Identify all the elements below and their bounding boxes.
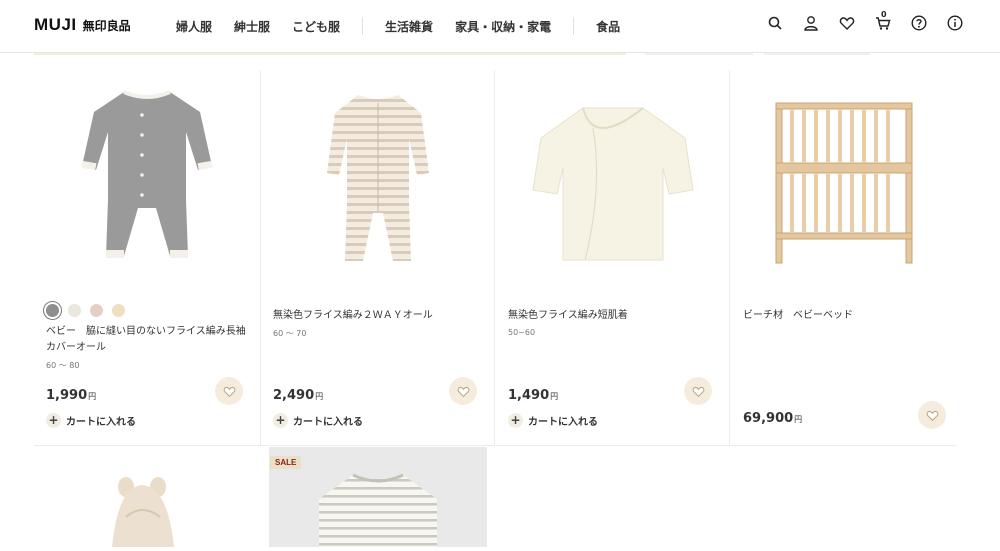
nav-kids[interactable]: こども服 bbox=[281, 18, 351, 35]
add-to-cart-button[interactable]: + カートに入れる bbox=[273, 413, 363, 428]
product-image-baby-bed[interactable] bbox=[731, 70, 956, 285]
favorite-icon[interactable] bbox=[838, 14, 856, 32]
heart-icon bbox=[223, 386, 235, 397]
product-price: 1,490円 bbox=[508, 388, 558, 403]
product-size: 60 〜 80 bbox=[46, 361, 80, 370]
price-yen: 円 bbox=[315, 392, 324, 401]
product-name[interactable]: ベビー 脇に縫い目のないフライス編み長袖カバーオール bbox=[46, 324, 246, 356]
filter-strip bbox=[34, 53, 626, 55]
cart-icon[interactable]: 0 bbox=[874, 10, 892, 32]
filter-strip bbox=[645, 53, 753, 55]
heart-icon bbox=[926, 410, 938, 421]
plus-icon: + bbox=[46, 413, 61, 428]
plus-icon: + bbox=[273, 413, 288, 428]
price-value: 69,900 bbox=[743, 411, 794, 426]
nav-divider bbox=[362, 17, 364, 35]
plus-icon: + bbox=[508, 413, 523, 428]
product-image-striped-baby-wear[interactable] bbox=[269, 447, 487, 547]
product-card[interactable] bbox=[269, 447, 487, 547]
price-value: 1,990 bbox=[46, 388, 88, 403]
favorite-button[interactable] bbox=[449, 377, 477, 405]
price-value: 1,490 bbox=[508, 388, 550, 403]
add-to-cart-button[interactable]: + カートに入れる bbox=[46, 413, 136, 428]
muji-logo[interactable]: MUJI 無印良品 bbox=[34, 15, 131, 35]
add-to-cart-label: カートに入れる bbox=[293, 417, 363, 428]
nav-men[interactable]: 紳士服 bbox=[223, 18, 281, 35]
product-size: 60 〜 70 bbox=[273, 329, 307, 338]
logo-brand: MUJI bbox=[34, 15, 77, 34]
nav-household[interactable]: 生活雑貨 bbox=[374, 18, 444, 35]
filter-strip bbox=[764, 53, 870, 55]
color-swatch[interactable] bbox=[46, 304, 59, 317]
add-to-cart-label: カートに入れる bbox=[528, 417, 598, 428]
product-card[interactable]: ベビー 脇に縫い目のないフライス編み長袖カバーオール 60 〜 80 1,990… bbox=[34, 70, 261, 446]
account-icon[interactable] bbox=[802, 14, 820, 32]
nav-food[interactable]: 食品 bbox=[585, 18, 631, 35]
favorite-button[interactable] bbox=[684, 377, 712, 405]
add-to-cart-button[interactable]: + カートに入れる bbox=[508, 413, 598, 428]
color-swatch[interactable] bbox=[112, 304, 125, 317]
favorite-button[interactable] bbox=[918, 401, 946, 429]
sale-badge: SALE bbox=[270, 456, 302, 469]
product-card[interactable]: 無染色フライス編み２ＷＡＹオール 60 〜 70 2,490円 + カートに入れ… bbox=[261, 70, 495, 446]
product-image-bear-poncho[interactable] bbox=[34, 447, 260, 547]
product-price: 1,990円 bbox=[46, 388, 96, 403]
product-card[interactable]: ビーチ材 ベビーベッド 69,900円 bbox=[731, 70, 956, 446]
color-swatch[interactable] bbox=[68, 304, 81, 317]
product-name[interactable]: 無染色フライス編み２ＷＡＹオール bbox=[273, 308, 473, 324]
product-name[interactable]: 無染色フライス編み短肌着 bbox=[508, 308, 708, 324]
color-swatch[interactable] bbox=[90, 304, 103, 317]
product-card[interactable] bbox=[34, 447, 260, 547]
category-nav: 婦人服 紳士服 こども服 生活雑貨 家具・収納・家電 食品 bbox=[165, 0, 631, 52]
favorite-button[interactable] bbox=[215, 377, 243, 405]
product-name[interactable]: ビーチ材 ベビーベッド bbox=[743, 308, 943, 324]
product-image-short-undershirt[interactable] bbox=[496, 70, 729, 285]
product-image-2way-all[interactable] bbox=[261, 70, 494, 285]
info-icon[interactable] bbox=[946, 14, 964, 32]
help-icon[interactable] bbox=[910, 14, 928, 32]
add-to-cart-label: カートに入れる bbox=[66, 417, 136, 428]
cart-count: 0 bbox=[881, 10, 887, 19]
heart-icon bbox=[692, 386, 704, 397]
product-price: 69,900円 bbox=[743, 411, 802, 426]
product-card[interactable]: 無染色フライス編み短肌着 50~60 1,490円 + カートに入れる bbox=[496, 70, 730, 446]
nav-women[interactable]: 婦人服 bbox=[165, 18, 223, 35]
product-size: 50~60 bbox=[508, 328, 536, 337]
color-swatches bbox=[46, 304, 125, 317]
product-price: 2,490円 bbox=[273, 388, 323, 403]
search-icon[interactable] bbox=[766, 14, 784, 32]
header-icons: 0 bbox=[766, 10, 964, 32]
heart-icon bbox=[457, 386, 469, 397]
price-yen: 円 bbox=[794, 415, 803, 424]
logo-sub: 無印良品 bbox=[82, 19, 131, 33]
nav-divider bbox=[573, 17, 575, 35]
price-yen: 円 bbox=[88, 392, 97, 401]
price-yen: 円 bbox=[550, 392, 559, 401]
product-image-coverall-grey[interactable] bbox=[34, 70, 260, 285]
nav-furniture[interactable]: 家具・収納・家電 bbox=[444, 18, 562, 35]
price-value: 2,490 bbox=[273, 388, 315, 403]
site-header: MUJI 無印良品 婦人服 紳士服 こども服 生活雑貨 家具・収納・家電 食品 … bbox=[0, 0, 1000, 53]
